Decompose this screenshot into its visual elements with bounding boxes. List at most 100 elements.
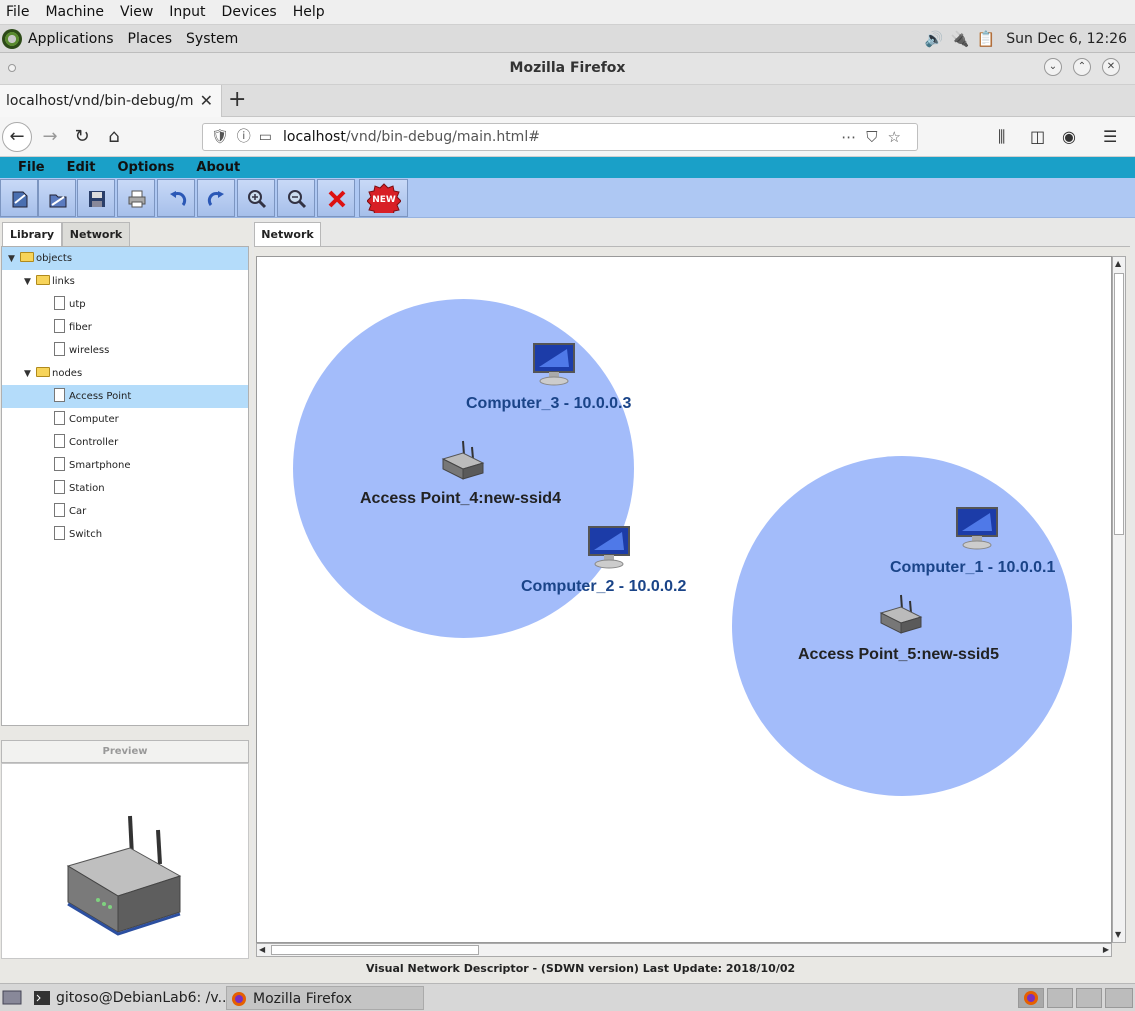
taskbar-terminal[interactable]: gitoso@DebianLab6: /v... bbox=[30, 986, 231, 1010]
computer-icon[interactable] bbox=[954, 505, 1000, 551]
vertical-scroll-thumb[interactable] bbox=[1114, 273, 1124, 535]
delete-button[interactable] bbox=[317, 179, 355, 217]
redo-button[interactable] bbox=[197, 179, 235, 217]
open-button[interactable] bbox=[38, 179, 76, 217]
reload-icon[interactable]: ↻ bbox=[68, 123, 96, 151]
workspace-3[interactable] bbox=[1076, 988, 1102, 1008]
tree-item-controller[interactable]: Controller bbox=[2, 431, 248, 454]
tree-item-station[interactable]: Station bbox=[2, 477, 248, 500]
vm-menu-input[interactable]: Input bbox=[169, 4, 205, 20]
workspace-2[interactable] bbox=[1047, 988, 1073, 1008]
scroll-right-arrow-icon[interactable]: ▶ bbox=[1103, 944, 1109, 956]
computer-icon[interactable] bbox=[586, 524, 632, 570]
show-desktop-icon[interactable] bbox=[0, 986, 24, 1010]
preview-box bbox=[1, 763, 249, 959]
computer-icon[interactable] bbox=[531, 341, 577, 387]
new-file-button[interactable] bbox=[0, 179, 38, 217]
vm-menu-view[interactable]: View bbox=[120, 4, 153, 20]
node-label[interactable]: Computer_1 - 10.0.0.1 bbox=[890, 559, 1055, 577]
tab-network-left[interactable]: Network bbox=[62, 222, 130, 246]
network-canvas[interactable]: Computer_3 - 10.0.0.3 Access Point_4:new… bbox=[256, 256, 1112, 943]
object-tree: ▼ objects ▼ links utp fiber wireless ▼ node… bbox=[1, 246, 249, 726]
url-actions[interactable]: ⋯⛉☆ bbox=[841, 124, 911, 150]
tab-library[interactable]: Library bbox=[2, 222, 62, 246]
gnome-foot-icon[interactable] bbox=[2, 28, 22, 49]
app-menu-about[interactable]: About bbox=[196, 160, 240, 175]
vm-menu-machine[interactable]: Machine bbox=[45, 4, 104, 20]
library-icon[interactable]: ⫼ bbox=[998, 123, 1005, 151]
browser-tab[interactable]: localhost/vnd/bin-debug/main.html# ✕ bbox=[0, 85, 222, 117]
print-button[interactable] bbox=[117, 179, 155, 217]
node-label[interactable]: Computer_2 - 10.0.0.2 bbox=[521, 578, 686, 596]
access-point-icon[interactable] bbox=[439, 437, 487, 481]
scroll-up-arrow-icon[interactable]: ▲ bbox=[1115, 258, 1121, 270]
workspace-1[interactable] bbox=[1018, 988, 1044, 1008]
hamburger-menu-icon[interactable]: ☰ bbox=[1103, 123, 1117, 151]
network-icon[interactable]: 🔌 bbox=[950, 29, 970, 49]
folder-icon bbox=[36, 367, 50, 377]
horizontal-scrollbar[interactable]: ◀ ▶ bbox=[256, 943, 1112, 957]
vertical-scrollbar[interactable]: ▲ ▼ bbox=[1112, 256, 1126, 943]
app-menu-edit[interactable]: Edit bbox=[67, 160, 96, 175]
new-file-icon bbox=[12, 191, 28, 208]
tree-folder-links[interactable]: ▼ links bbox=[2, 270, 248, 293]
tab-network[interactable]: Network bbox=[254, 222, 321, 247]
tab-close-icon[interactable]: ✕ bbox=[200, 85, 213, 117]
expand-triangle-icon[interactable]: ▼ bbox=[24, 271, 36, 294]
url-bar[interactable]: 🛡ⓘ▭ localhost/vnd/bin-debug/main.html# ⋯… bbox=[202, 123, 918, 151]
tree-root-objects[interactable]: ▼ objects bbox=[2, 247, 248, 270]
back-arrow-icon[interactable]: ← bbox=[2, 122, 32, 152]
new-tab-icon[interactable]: + bbox=[228, 87, 246, 112]
panel-clock[interactable]: Sun Dec 6, 12:26 bbox=[1006, 31, 1127, 47]
tree-item-car[interactable]: Car bbox=[2, 500, 248, 523]
account-icon[interactable]: ◉ bbox=[1062, 123, 1076, 151]
zoom-out-button[interactable] bbox=[277, 179, 315, 217]
undo-button[interactable] bbox=[157, 179, 195, 217]
forward-arrow-icon[interactable]: → bbox=[36, 123, 64, 151]
maximize-icon[interactable]: ⌃ bbox=[1073, 58, 1091, 76]
volume-icon[interactable]: 🔊 bbox=[924, 29, 944, 49]
workspace-4[interactable] bbox=[1105, 988, 1133, 1008]
node-label[interactable]: Access Point_5:new-ssid5 bbox=[798, 646, 999, 664]
home-icon[interactable]: ⌂ bbox=[100, 123, 128, 151]
vm-menu-devices[interactable]: Devices bbox=[222, 4, 277, 20]
app-menu-file[interactable]: File bbox=[18, 160, 45, 175]
url-security-icons[interactable]: 🛡ⓘ▭ bbox=[211, 124, 280, 150]
scroll-left-arrow-icon[interactable]: ◀ bbox=[259, 944, 265, 956]
node-label[interactable]: Access Point_4:new-ssid4 bbox=[360, 490, 561, 508]
minimize-icon[interactable]: ⌄ bbox=[1044, 58, 1062, 76]
horizontal-scroll-thumb[interactable] bbox=[271, 945, 479, 955]
vm-menu-file[interactable]: File bbox=[6, 4, 29, 20]
tree-label: Switch bbox=[69, 529, 103, 540]
tree-item-computer[interactable]: Computer bbox=[2, 408, 248, 431]
sidebar-icon[interactable]: ◫ bbox=[1030, 123, 1045, 151]
file-icon bbox=[54, 319, 65, 333]
tree-item-utp[interactable]: utp bbox=[2, 293, 248, 316]
file-icon bbox=[54, 388, 65, 402]
tree-item-fiber[interactable]: fiber bbox=[2, 316, 248, 339]
node-label[interactable]: Computer_3 - 10.0.0.3 bbox=[466, 395, 631, 413]
window-menu-dot[interactable] bbox=[8, 64, 16, 72]
applications-menu[interactable]: Applications bbox=[28, 31, 114, 47]
taskbar-firefox[interactable]: Mozilla Firefox bbox=[226, 986, 424, 1010]
expand-triangle-icon[interactable]: ▼ bbox=[24, 363, 36, 386]
tree-item-access-point[interactable]: Access Point bbox=[2, 385, 248, 408]
tree-item-switch[interactable]: Switch bbox=[2, 523, 248, 546]
clipboard-icon[interactable]: 📋 bbox=[976, 29, 996, 49]
taskbar-label: Mozilla Firefox bbox=[253, 991, 353, 1007]
app-menu-options[interactable]: Options bbox=[117, 160, 174, 175]
print-icon bbox=[128, 190, 146, 208]
scroll-down-arrow-icon[interactable]: ▼ bbox=[1115, 929, 1121, 941]
access-point-icon[interactable] bbox=[877, 591, 925, 635]
close-icon[interactable]: ✕ bbox=[1102, 58, 1120, 76]
new-network-button[interactable]: NEW bbox=[359, 179, 408, 217]
places-menu[interactable]: Places bbox=[128, 31, 173, 47]
tree-folder-nodes[interactable]: ▼ nodes bbox=[2, 362, 248, 385]
vm-menu-help[interactable]: Help bbox=[293, 4, 325, 20]
tree-item-smartphone[interactable]: Smartphone bbox=[2, 454, 248, 477]
zoom-in-button[interactable] bbox=[237, 179, 275, 217]
tree-item-wireless[interactable]: wireless bbox=[2, 339, 248, 362]
save-button[interactable] bbox=[77, 179, 115, 217]
system-menu[interactable]: System bbox=[186, 31, 238, 47]
expand-triangle-icon[interactable]: ▼ bbox=[8, 248, 20, 271]
